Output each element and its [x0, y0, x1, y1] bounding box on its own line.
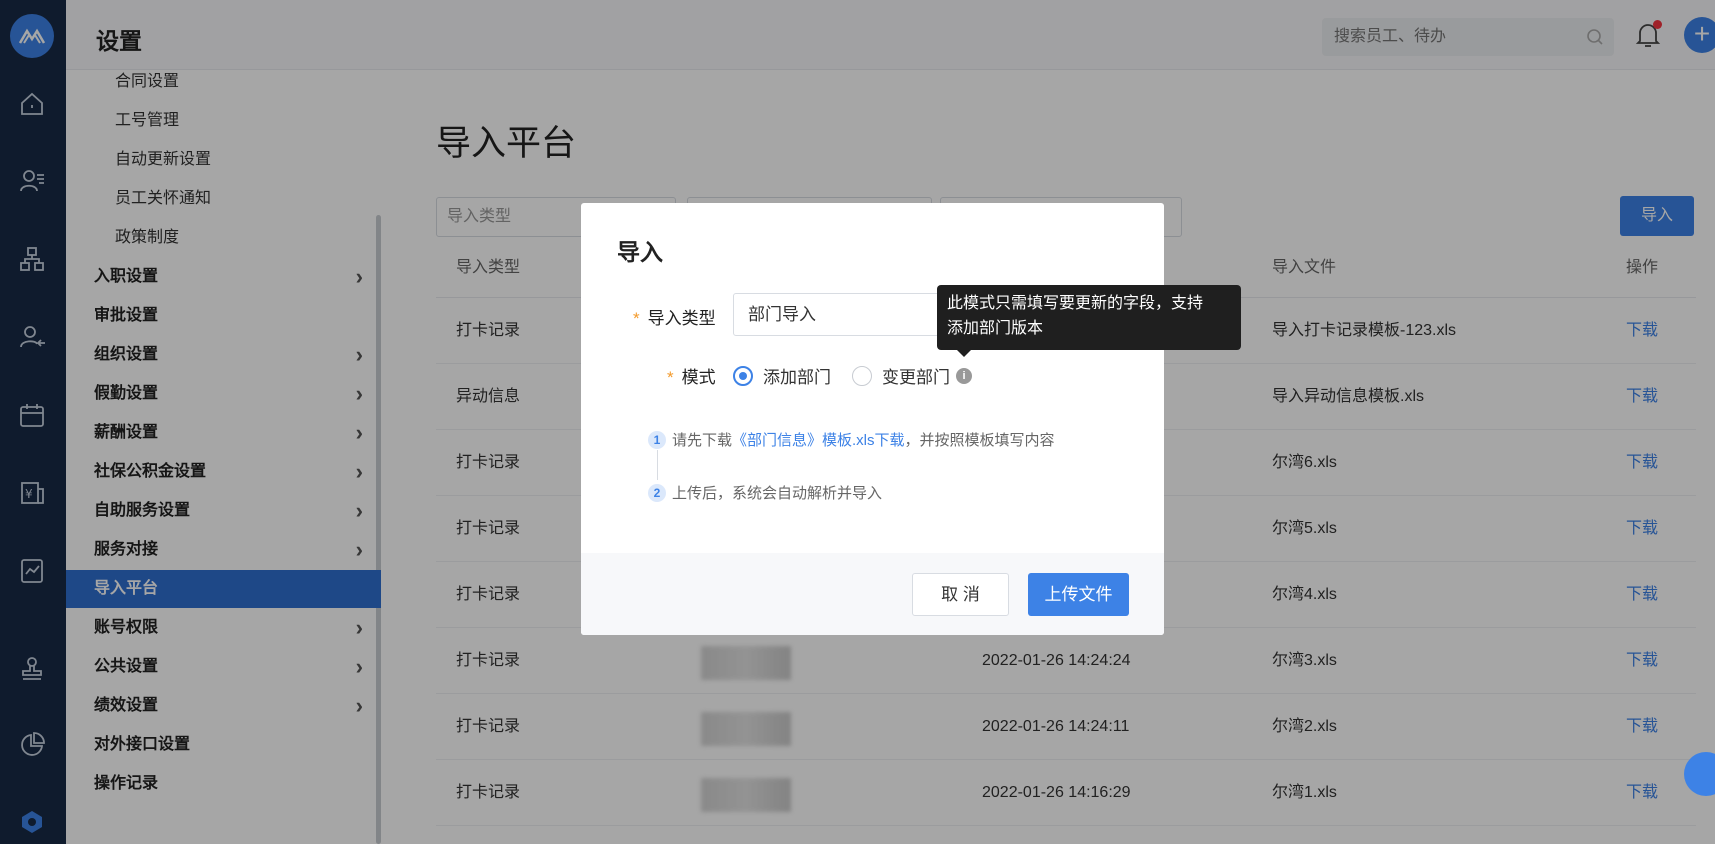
step-2: 2 上传后，系统会自动解析并导入 — [648, 482, 882, 503]
info-icon[interactable]: i — [956, 367, 972, 384]
cancel-button[interactable]: 取 消 — [912, 573, 1009, 616]
steps-connector — [657, 450, 658, 480]
modal-footer: 取 消 上传文件 — [581, 553, 1164, 635]
radio-add-department[interactable]: 添加部门 — [733, 363, 831, 388]
step-number: 1 — [648, 430, 666, 449]
import-modal: 导入 * 导入类型 部门导入 * 模式 添加部门 变更部门 i 1 请先下载 《部门… — [581, 203, 1164, 635]
import-type-label: * 导入类型 — [633, 309, 716, 328]
radio-selected[interactable] — [733, 365, 753, 386]
radio-change-department[interactable]: 变更部门 i — [852, 363, 972, 388]
step-1: 1 请先下载 《部门信息》模板.xls下载 ，并按照模板填写内容 — [648, 429, 1055, 450]
step-number: 2 — [648, 483, 666, 502]
upload-file-button[interactable]: 上传文件 — [1028, 573, 1129, 616]
radio-unselected[interactable] — [852, 365, 872, 386]
mode-label: * 模式 — [667, 368, 716, 387]
template-download-link[interactable]: 《部门信息》模板.xls下载 — [732, 429, 905, 450]
mode-tooltip: 此模式只需填写要更新的字段，支持 添加部门版本 — [937, 285, 1241, 357]
tooltip-arrow — [957, 350, 971, 357]
modal-title: 导入 — [617, 239, 663, 265]
